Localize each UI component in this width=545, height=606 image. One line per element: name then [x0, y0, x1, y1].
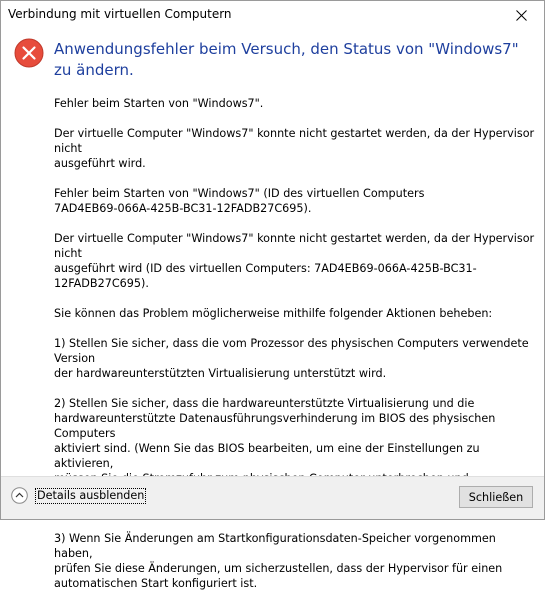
details-paragraph: Fehler beim Starten von "Windows7".	[54, 97, 264, 110]
details-paragraph: 3) Wenn Sie Änderungen am Startkonfigura…	[54, 532, 503, 590]
details-toggle-button[interactable]: Details ausblenden	[11, 487, 147, 504]
window-close-button[interactable]	[498, 1, 544, 29]
details-paragraph: Fehler beim Starten von "Windows7" (ID d…	[54, 187, 425, 215]
window-title: Verbindung mit virtuellen Computern	[8, 7, 232, 21]
error-icon	[14, 38, 44, 68]
details-paragraph: Sie können das Problem möglicherweise mi…	[54, 307, 493, 320]
error-details: Fehler beim Starten von "Windows7". Der …	[54, 96, 536, 606]
details-toggle-label[interactable]: Details ausblenden	[35, 487, 147, 504]
dialog-window: Verbindung mit virtuellen Computern Anwe…	[0, 0, 545, 590]
details-paragraph: Der virtuelle Computer "Windows7" konnte…	[54, 232, 535, 290]
dialog-content: Anwendungsfehler beim Versuch, den Statu…	[1, 29, 544, 590]
error-heading: Anwendungsfehler beim Versuch, den Statu…	[54, 40, 519, 79]
chevron-up-icon	[11, 487, 28, 504]
close-button[interactable]: Schließen	[459, 486, 533, 508]
details-paragraph: 1) Stellen Sie sicher, dass die vom Proz…	[54, 337, 529, 380]
close-icon	[515, 9, 527, 21]
details-paragraph: Der virtuelle Computer "Windows7" konnte…	[54, 127, 535, 170]
dialog-footer: Details ausblenden Schließen	[1, 476, 544, 519]
title-bar[interactable]: Verbindung mit virtuellen Computern	[1, 1, 544, 29]
